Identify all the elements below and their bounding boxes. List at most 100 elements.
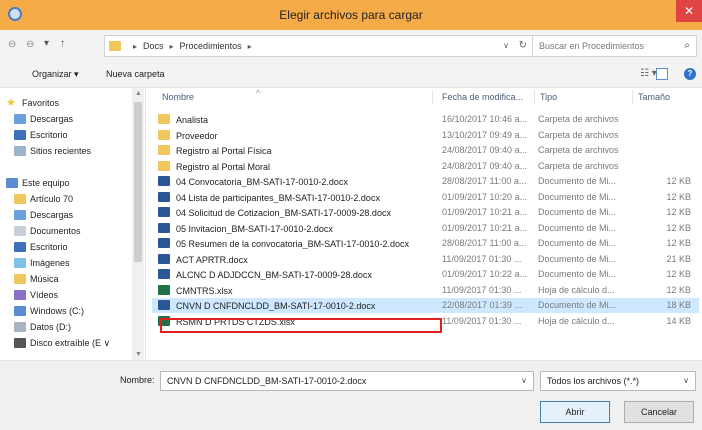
forward-button[interactable]: ⊖ (26, 39, 34, 50)
file-date: 01/09/2017 10:21 a... (442, 207, 528, 217)
file-row[interactable]: 05 Resumen de la convocatoria_BM-SATI-17… (152, 236, 699, 251)
nav-item[interactable]: Descargas (14, 112, 73, 126)
file-row[interactable]: Registro al Portal Física 24/08/2017 09:4… (152, 143, 699, 158)
address-bar[interactable]: ▸ Docs ▸ Procedimientos ▸ ∨ ↻ (104, 35, 536, 57)
file-type: Carpeta de archivos (538, 160, 619, 171)
preview-pane-icon[interactable] (656, 68, 668, 80)
scroll-up-icon[interactable]: ▲ (135, 90, 142, 97)
nav-item[interactable]: Windows (C:) (14, 304, 84, 318)
new-folder-button[interactable]: Nueva carpeta (106, 69, 165, 79)
column-divider[interactable] (534, 90, 535, 104)
file-name-text: Proveedor (176, 130, 218, 141)
file-name: 04 Lista de participantes_BM-SATI-17-001… (158, 191, 428, 203)
column-header-type[interactable]: Tipo (540, 92, 557, 102)
chevron-down-icon[interactable]: ∨ (521, 376, 527, 385)
file-row[interactable]: Registro al Portal Moral 24/08/2017 09:40… (152, 159, 699, 174)
nav-item[interactable]: Disco extraíble (E ∨ (14, 336, 110, 350)
nav-scrollbar[interactable]: ▲ ▼ (132, 88, 144, 360)
file-name: 04 Convocatoria_BM-SATI-17-0010-2.docx (158, 176, 428, 187)
view-options-icon[interactable]: ☷ ▾ (640, 68, 657, 79)
file-name-text: 04 Solicitud de Cotizacion_BM-SATI-17-00… (176, 208, 391, 218)
file-date: 28/08/2017 11:00 a... (442, 176, 527, 186)
nav-item[interactable]: Artículo 70 (14, 192, 73, 206)
nav-item[interactable]: ★ Favoritos (6, 96, 59, 110)
column-divider[interactable] (632, 90, 633, 104)
documents-folder-icon (14, 226, 26, 236)
column-header-size[interactable]: Tamaño (638, 92, 670, 102)
word-document-icon (158, 253, 170, 264)
toolbar: Organizar ▾ Nueva carpeta ☷ ▾ ? (0, 62, 702, 88)
file-size: 12 KB (666, 238, 691, 248)
file-type: Hoja de cálculo d... (538, 284, 615, 295)
folder-icon (14, 194, 26, 204)
computer-icon (6, 178, 18, 188)
address-dropdown-icon[interactable]: ∨ (503, 41, 509, 50)
chevron-down-icon[interactable]: ∨ (683, 376, 689, 385)
file-row[interactable]: 05 Invitacion_BM-SATI-17-0010-2.docx 01/0… (152, 221, 699, 236)
file-row[interactable]: 04 Convocatoria_BM-SATI-17-0010-2.docx 28… (152, 174, 699, 189)
file-name: Registro al Portal Moral (158, 160, 428, 172)
breadcrumb-docs[interactable]: Docs (143, 41, 164, 51)
nav-item[interactable]: Documentos (14, 224, 81, 238)
nav-item[interactable]: Imágenes (14, 256, 70, 270)
scroll-down-icon[interactable]: ▼ (135, 351, 142, 358)
nav-item[interactable]: Sitios recientes (14, 144, 91, 158)
file-name-text: CNVN D CNFDNCLDD_BM-SATI-17-0010-2.docx (176, 301, 376, 311)
file-date: 28/08/2017 11:00 a... (442, 238, 527, 248)
help-icon[interactable]: ? (684, 68, 696, 80)
file-type: Documento de Mi... (538, 191, 617, 202)
file-date: 11/09/2017 01:30 ... (442, 315, 522, 326)
nav-item[interactable]: Escritorio (14, 240, 68, 254)
file-name-text: Registro al Portal Moral (176, 161, 271, 172)
back-button[interactable]: ⊖ (8, 39, 16, 50)
file-row[interactable]: ALCNC D ADJDCCN_BM-SATI-17-0009-28.docx 0… (152, 267, 699, 282)
downloads-folder-icon (14, 114, 26, 124)
downloads-folder-icon (14, 210, 26, 220)
file-date: 01/09/2017 10:22 a... (442, 269, 528, 279)
nav-item[interactable]: Datos (D:) (14, 320, 71, 334)
file-name: 05 Invitacion_BM-SATI-17-0010-2.docx (158, 222, 428, 234)
search-input[interactable]: Buscar en Procedimientos ⌕ (532, 35, 697, 57)
file-row[interactable]: 04 Lista de participantes_BM-SATI-17-001… (152, 190, 699, 205)
search-icon[interactable]: ⌕ (684, 40, 690, 51)
nav-item-label: Descargas (30, 114, 74, 124)
chevron-down-icon[interactable]: ▾ (44, 38, 49, 49)
file-row[interactable]: Analista 16/10/2017 10:46 a... Carpeta de … (152, 112, 699, 127)
column-header-name[interactable]: Nombre (162, 92, 194, 102)
breadcrumb-procedimientos[interactable]: Procedimientos (180, 41, 242, 51)
nav-item[interactable]: Este equipo (6, 176, 70, 190)
cancel-button[interactable]: Cancelar (624, 401, 694, 423)
nav-item[interactable]: Descargas (14, 208, 73, 222)
nav-item[interactable]: Música (14, 272, 59, 286)
column-divider[interactable] (432, 90, 433, 104)
file-name: 05 Resumen de la convocatoria_BM-SATI-17… (158, 238, 428, 249)
up-button[interactable]: ↑ (60, 38, 65, 49)
file-name-text: 04 Lista de participantes_BM-SATI-17-001… (176, 192, 380, 203)
file-name: Analista (158, 114, 428, 125)
file-row[interactable]: CMNTRS.xlsx 11/09/2017 01:30 ... Hoja de c… (152, 283, 699, 298)
window-title: Elegir archivos para cargar (279, 8, 423, 22)
file-date: 24/08/2017 09:40 a... (442, 160, 528, 171)
file-row[interactable]: RSMN D PRTDS CTZDS.xlsx 11/09/2017 01:30 … (152, 314, 699, 329)
open-button[interactable]: Abrir (540, 401, 610, 423)
nav-item[interactable]: Escritorio (14, 128, 68, 142)
nav-item-label: Sitios recientes (30, 146, 92, 156)
nav-item-label: Datos (D:) (30, 322, 72, 332)
refresh-icon[interactable]: ↻ (519, 40, 527, 51)
excel-spreadsheet-icon (158, 315, 170, 326)
column-header-date[interactable]: Fecha de modifica... (442, 92, 523, 102)
filename-input[interactable]: CNVN D CNFDNCLDD_BM-SATI-17-0010-2.docx … (160, 371, 534, 391)
file-row[interactable]: Proveedor 13/10/2017 09:49 a... Carpeta de… (152, 128, 699, 143)
file-row[interactable]: 04 Solicitud de Cotizacion_BM-SATI-17-00… (152, 205, 699, 220)
nav-item[interactable]: Vídeos (14, 288, 58, 302)
nav-item-label: Escritorio (30, 130, 68, 140)
scrollbar-thumb[interactable] (134, 102, 142, 262)
file-type: Documento de Mi... (538, 222, 617, 233)
file-row-selected[interactable]: CNVN D CNFDNCLDD_BM-SATI-17-0010-2.docx 2… (152, 298, 699, 313)
file-date: 11/09/2017 01:30 ... (442, 284, 522, 295)
organize-button[interactable]: Organizar ▾ (32, 69, 79, 80)
file-row[interactable]: ACT APRTR.docx 11/09/2017 01:30 ... Docume… (152, 252, 699, 267)
close-button[interactable]: ✕ (676, 0, 702, 22)
file-type-filter[interactable]: Todos los archivos (*.*) ∨ (540, 371, 696, 391)
file-name-text: ACT APRTR.docx (176, 254, 248, 265)
